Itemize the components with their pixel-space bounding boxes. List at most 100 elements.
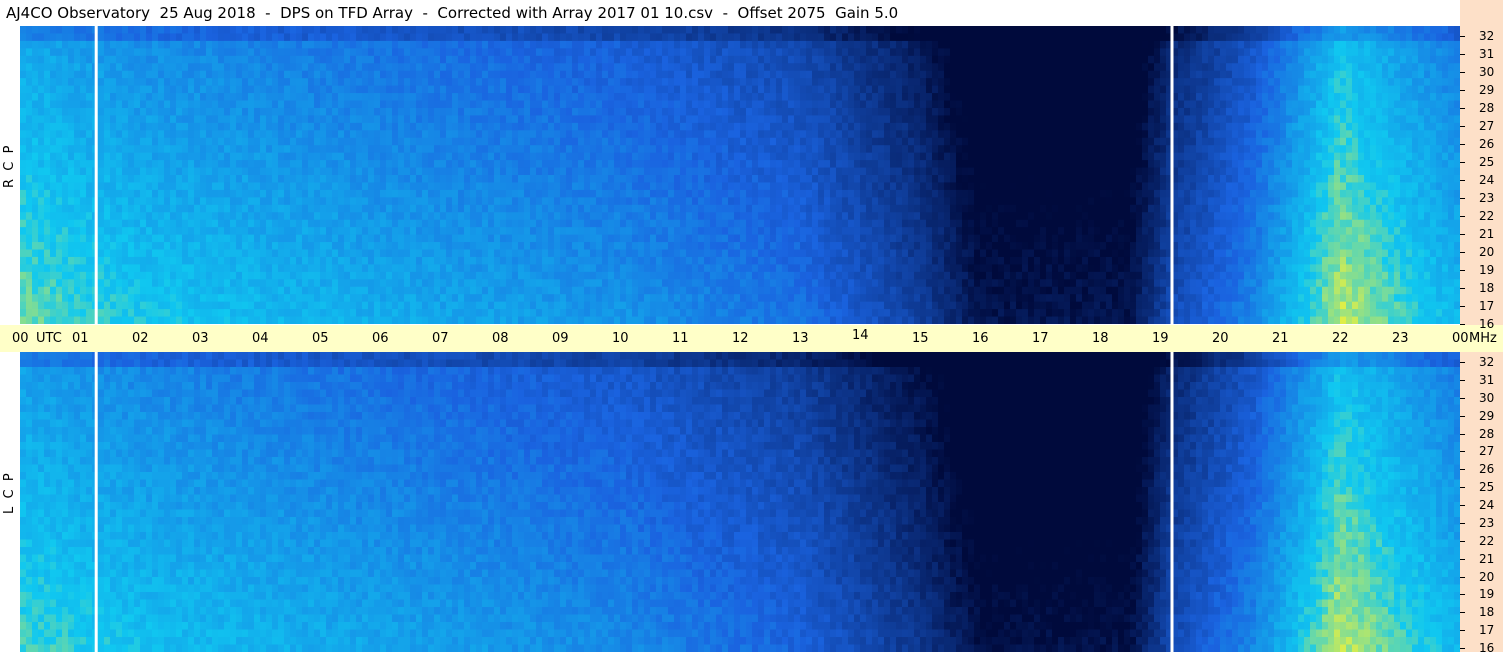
spectrogram-cell [554, 152, 561, 161]
spectrogram-cell [584, 316, 591, 324]
spectrogram-cell [536, 115, 543, 124]
spectrogram-cell [368, 256, 375, 265]
spectrogram-cell [632, 167, 639, 176]
spectrogram-cell [638, 85, 645, 94]
spectrogram-cell [518, 152, 525, 161]
spectrogram-cell [530, 152, 537, 161]
spectrogram-cell [194, 55, 201, 64]
spectrogram-cell [632, 204, 639, 213]
spectrogram-cell [674, 55, 681, 64]
spectrogram-cell [194, 279, 201, 288]
spectrogram-cell [182, 107, 189, 116]
spectrogram-cell [380, 63, 387, 72]
spectrogram-cell [734, 242, 741, 251]
spectrogram-cell [458, 234, 465, 243]
spectrogram-cell [518, 145, 525, 154]
spectrogram-cell [374, 107, 381, 116]
spectrogram-cell [494, 130, 501, 139]
spectrogram-cell [506, 301, 513, 310]
spectrogram-cell [656, 93, 663, 102]
spectrogram-cell [602, 242, 609, 251]
spectrogram-cell [188, 55, 195, 64]
spectrogram-cell [632, 227, 639, 236]
spectrogram-cell [704, 167, 711, 176]
spectrogram-cell [710, 107, 717, 116]
spectrogram-cell [206, 100, 213, 109]
spectrogram-cell [746, 130, 753, 139]
spectrogram-cell [596, 100, 603, 109]
spectrogram-cell [356, 115, 363, 124]
spectrogram-cell [530, 48, 537, 57]
spectrogram-cell [656, 63, 663, 72]
spectrogram-cell [656, 271, 663, 280]
spectrogram-cell [416, 145, 423, 154]
spectrogram-cell [182, 137, 189, 146]
spectrogram-cell [656, 130, 663, 139]
spectrogram-cell [362, 249, 369, 258]
spectrogram-cell [104, 204, 111, 213]
spectrogram-cell [572, 286, 579, 295]
spectrogram-cell [152, 242, 159, 251]
spectrogram-cell [530, 189, 537, 198]
spectrogram-cell [104, 160, 111, 169]
spectrogram-cell [74, 219, 81, 228]
spectrogram-cell [740, 137, 747, 146]
spectrogram-cell [686, 182, 693, 191]
spectrogram-cell [728, 93, 735, 102]
spectrogram-cell [254, 40, 261, 49]
spectrogram-cell [524, 227, 531, 236]
spectrogram-cell [572, 160, 579, 169]
spectrogram-cell [434, 167, 441, 176]
spectrogram-cell [50, 26, 57, 35]
spectrogram-cell [152, 85, 159, 94]
spectrogram-cell [290, 309, 297, 318]
spectrogram-cell [638, 212, 645, 221]
spectrogram-cell [596, 204, 603, 213]
spectrogram-cell [506, 122, 513, 131]
spectrogram-cell [644, 130, 651, 139]
spectrogram-cell [452, 212, 459, 221]
spectrogram-cell [740, 301, 747, 310]
spectrogram-cell [500, 70, 507, 79]
spectrogram-cell [716, 294, 723, 303]
spectrogram-cell [608, 286, 615, 295]
spectrogram-cell [290, 122, 297, 131]
spectrogram-cell [158, 40, 165, 49]
spectrogram-cell [632, 122, 639, 131]
spectrogram-cell [614, 219, 621, 228]
spectrogram-cell [374, 152, 381, 161]
spectrogram-cell [704, 264, 711, 273]
spectrogram-cell [386, 264, 393, 273]
spectrogram-cell [464, 234, 471, 243]
spectrogram-cell [290, 152, 297, 161]
spectrogram-cell [506, 160, 513, 169]
spectrogram-cell [236, 40, 243, 49]
spectrogram-cell [410, 189, 417, 198]
spectrogram-cell [668, 26, 675, 35]
spectrogram-cell [698, 145, 705, 154]
spectrogram-cell [170, 234, 177, 243]
spectrogram-cell [626, 26, 633, 35]
spectrogram-cell [512, 100, 519, 109]
spectrogram-cell [554, 167, 561, 176]
spectrogram-cell [80, 242, 87, 251]
spectrogram-cell [188, 197, 195, 206]
spectrogram-cell [26, 219, 33, 228]
spectrogram-cell [494, 78, 501, 87]
spectrogram-cell [758, 26, 765, 35]
spectrogram-cell [62, 204, 69, 213]
spectrogram-cell [230, 55, 237, 64]
spectrogram-cell [608, 78, 615, 87]
spectrogram-cell [608, 167, 615, 176]
spectrogram-cell [32, 197, 39, 206]
spectrogram-cell [464, 130, 471, 139]
spectrogram-cell [278, 197, 285, 206]
spectrogram-cell [392, 130, 399, 139]
spectrogram-cell [752, 212, 759, 221]
spectrogram-cell [158, 145, 165, 154]
spectrogram-cell [710, 33, 717, 42]
spectrogram-cell [518, 63, 525, 72]
spectrogram-cell [650, 85, 657, 94]
spectrogram-cell [338, 294, 345, 303]
spectrogram-cell [644, 70, 651, 79]
